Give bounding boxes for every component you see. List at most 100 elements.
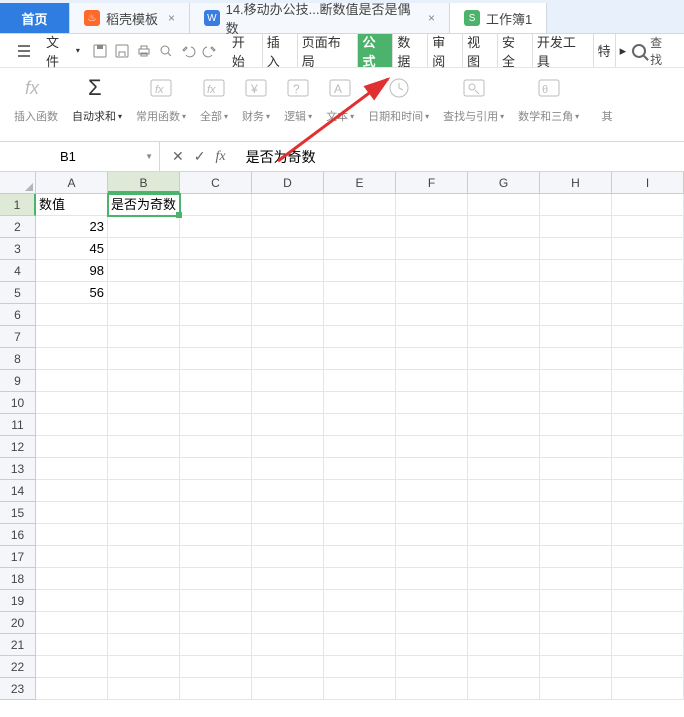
cell[interactable]: [540, 348, 612, 370]
row-head[interactable]: 15: [0, 502, 36, 524]
cell[interactable]: [612, 348, 684, 370]
cell[interactable]: [540, 524, 612, 546]
col-head-e[interactable]: E: [324, 172, 396, 193]
cell[interactable]: [396, 348, 468, 370]
cell[interactable]: [180, 282, 252, 304]
select-all-corner[interactable]: [0, 172, 36, 193]
cell[interactable]: [180, 348, 252, 370]
cell[interactable]: [324, 524, 396, 546]
cell[interactable]: [180, 502, 252, 524]
cell[interactable]: [324, 194, 396, 216]
cell[interactable]: [324, 436, 396, 458]
cell[interactable]: [468, 392, 540, 414]
cell[interactable]: [180, 194, 252, 216]
cell[interactable]: [324, 370, 396, 392]
cell[interactable]: [36, 326, 108, 348]
cell[interactable]: [468, 656, 540, 678]
cell[interactable]: [540, 546, 612, 568]
cell[interactable]: [252, 282, 324, 304]
cell[interactable]: [324, 392, 396, 414]
row-head[interactable]: 12: [0, 436, 36, 458]
tab-formula[interactable]: 公式: [357, 34, 392, 67]
datetime-fn-button[interactable]: 日期和时间▾: [362, 74, 435, 124]
cell[interactable]: [36, 414, 108, 436]
cell[interactable]: [612, 568, 684, 590]
math-fn-button[interactable]: θ 数学和三角▾: [512, 74, 585, 124]
cell[interactable]: 23: [36, 216, 108, 238]
cell[interactable]: 是否为奇数: [108, 194, 180, 216]
cell[interactable]: 45: [36, 238, 108, 260]
cell[interactable]: [180, 370, 252, 392]
cell[interactable]: [108, 304, 180, 326]
cell[interactable]: [612, 656, 684, 678]
row-head[interactable]: 4: [0, 260, 36, 282]
cell[interactable]: [108, 370, 180, 392]
cell[interactable]: [108, 656, 180, 678]
cell[interactable]: [180, 480, 252, 502]
cell[interactable]: [540, 656, 612, 678]
cell[interactable]: [108, 216, 180, 238]
cell[interactable]: [180, 238, 252, 260]
cell[interactable]: [324, 634, 396, 656]
cell[interactable]: [324, 238, 396, 260]
cell[interactable]: [108, 260, 180, 282]
cell[interactable]: [108, 414, 180, 436]
row-head[interactable]: 10: [0, 392, 36, 414]
cell[interactable]: [396, 414, 468, 436]
cell[interactable]: [180, 216, 252, 238]
cell[interactable]: [540, 392, 612, 414]
cell[interactable]: [468, 414, 540, 436]
tab-more[interactable]: ▸: [615, 34, 631, 67]
cell[interactable]: [612, 304, 684, 326]
cell[interactable]: [324, 612, 396, 634]
tab-insert[interactable]: 插入: [262, 34, 297, 67]
cell[interactable]: [396, 304, 468, 326]
cell[interactable]: [180, 546, 252, 568]
cell[interactable]: [396, 502, 468, 524]
cell[interactable]: [612, 282, 684, 304]
tab-view[interactable]: 视图: [462, 34, 497, 67]
cell[interactable]: [252, 238, 324, 260]
cell[interactable]: [180, 304, 252, 326]
row-head[interactable]: 2: [0, 216, 36, 238]
cell[interactable]: [540, 304, 612, 326]
row-head[interactable]: 8: [0, 348, 36, 370]
cell[interactable]: [468, 480, 540, 502]
cell[interactable]: [540, 480, 612, 502]
tab-doc[interactable]: W 14.移动办公技...断数值是否是偶数 ×: [190, 3, 450, 33]
cell[interactable]: [324, 546, 396, 568]
cell[interactable]: [180, 414, 252, 436]
tab-template[interactable]: ♨ 稻壳模板 ×: [70, 3, 190, 33]
cell[interactable]: [612, 590, 684, 612]
row-head[interactable]: 23: [0, 678, 36, 700]
cell[interactable]: [180, 436, 252, 458]
cell[interactable]: [252, 502, 324, 524]
cell[interactable]: [396, 524, 468, 546]
cell[interactable]: [540, 590, 612, 612]
cell[interactable]: [180, 634, 252, 656]
cell[interactable]: [540, 194, 612, 216]
cell[interactable]: [540, 436, 612, 458]
cell[interactable]: [396, 326, 468, 348]
cell[interactable]: [36, 392, 108, 414]
cell[interactable]: [252, 590, 324, 612]
file-menu[interactable]: 文件 ▾: [40, 29, 86, 73]
undo-icon[interactable]: [180, 43, 196, 59]
tab-home[interactable]: 首页: [0, 3, 70, 33]
cell[interactable]: [36, 502, 108, 524]
cell[interactable]: [252, 260, 324, 282]
cell[interactable]: [108, 326, 180, 348]
cell[interactable]: [612, 612, 684, 634]
cell[interactable]: [396, 392, 468, 414]
cell[interactable]: [36, 546, 108, 568]
cell[interactable]: [180, 678, 252, 700]
cell[interactable]: [468, 370, 540, 392]
tab-workbook[interactable]: S 工作簿1: [450, 3, 547, 33]
tab-dev[interactable]: 开发工具: [532, 34, 593, 67]
cell[interactable]: [324, 414, 396, 436]
col-head-i[interactable]: I: [612, 172, 684, 193]
cell[interactable]: [252, 458, 324, 480]
cell[interactable]: [36, 678, 108, 700]
cell[interactable]: [540, 282, 612, 304]
cell[interactable]: [108, 282, 180, 304]
